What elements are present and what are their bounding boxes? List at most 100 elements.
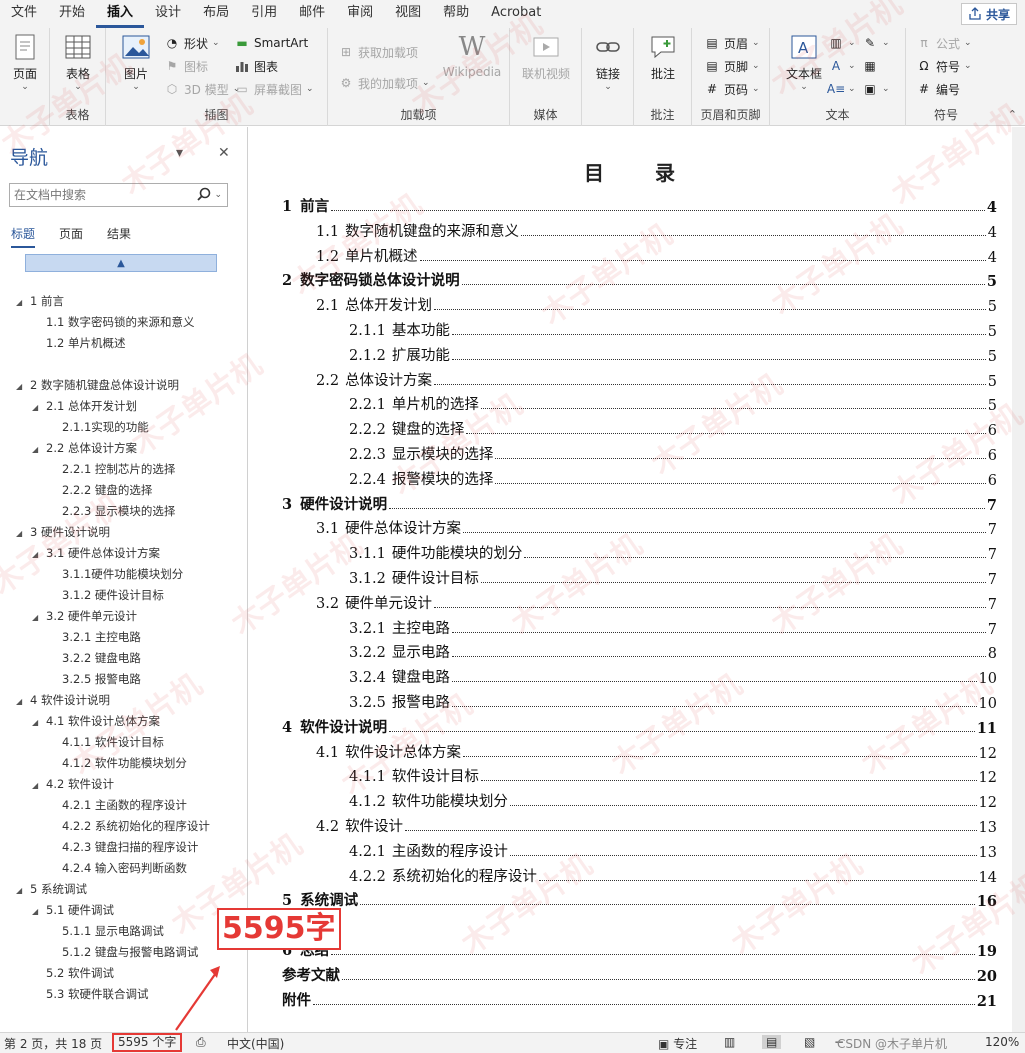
toc-entry[interactable]: 3.2.5 报警电路 10: [349, 690, 997, 712]
toc-entry[interactable]: 2.2.2 键盘的选择 6: [349, 417, 997, 439]
toc-entry[interactable]: 2.2.1 单片机的选择 5: [349, 392, 997, 414]
tab-2[interactable]: 插入: [96, 0, 145, 28]
nav-heading-item[interactable]: 3.1 硬件总体设计方案: [46, 544, 160, 563]
toc-entry[interactable]: 6 总结 19: [282, 938, 997, 960]
nav-heading-item[interactable]: 4.1 软件设计总体方案: [46, 712, 160, 731]
collapse-triangle-icon[interactable]: ◢: [16, 382, 22, 391]
toc-entry[interactable]: 2.1.2 扩展功能 5: [349, 343, 997, 365]
tab-1[interactable]: 开始: [48, 0, 96, 28]
toc-entry[interactable]: 3.1.2 硬件设计目标 7: [349, 566, 997, 588]
toc-entry[interactable]: 4.1.1 软件设计目标 12: [349, 764, 997, 786]
toc-entry[interactable]: 3.2 硬件单元设计 7: [316, 591, 997, 613]
collapse-triangle-icon[interactable]: ◢: [32, 613, 38, 622]
toc-entry[interactable]: 3.2.1 主控电路 7: [349, 616, 997, 638]
collapse-triangle-icon[interactable]: ◢: [32, 403, 38, 412]
nav-heading-item[interactable]: 1.1 数字密码锁的来源和意义: [46, 313, 194, 332]
get-addins-button[interactable]: ⊞ 获取加载项: [338, 42, 418, 62]
nav-heading-item[interactable]: 5.3 软硬件联合调试: [46, 985, 148, 1004]
read-mode-icon[interactable]: ▥: [724, 1035, 735, 1049]
toc-entry[interactable]: 3.2.2 显示电路 8: [349, 640, 997, 662]
toc-entry[interactable]: 3.1.1 硬件功能模块的划分 7: [349, 541, 997, 563]
nav-heading-item[interactable]: 4.2.4 输入密码判断函数: [62, 859, 187, 878]
symbol-button[interactable]: Ω 符号 ⌄: [916, 56, 971, 76]
nav-heading-item[interactable]: 4.2.1 主函数的程序设计: [62, 796, 187, 815]
nav-heading-item[interactable]: 2.2.3 显示模块的选择: [62, 502, 175, 521]
my-addins-button[interactable]: ⚙ 我的加载项 ⌄: [338, 73, 430, 93]
toc-entry[interactable]: 3.2.4 键盘电路 10: [349, 665, 997, 687]
scroll-up-button[interactable]: ▲: [25, 254, 217, 272]
object-button[interactable]: ▣ ⌄: [862, 79, 889, 99]
nav-heading-item[interactable]: 5.2 软件调试: [46, 964, 114, 983]
nav-heading-item[interactable]: 2.2 总体设计方案: [46, 439, 137, 458]
link-button[interactable]: 链接 ⌄: [586, 32, 630, 96]
toc-entry[interactable]: 4.1.2 软件功能模块划分 12: [349, 789, 997, 811]
datetime-button[interactable]: ▦: [862, 56, 878, 76]
equation-button[interactable]: π 公式 ⌄: [916, 33, 971, 53]
dropcap-button[interactable]: A≡ ⌄: [827, 79, 856, 99]
tab-4[interactable]: 布局: [192, 0, 240, 28]
zoom-level[interactable]: 120%: [985, 1035, 1019, 1049]
picture-button[interactable]: 图片 ⌄: [114, 32, 158, 96]
tab-0[interactable]: 文件: [0, 0, 48, 28]
web-layout-icon[interactable]: ▧: [804, 1035, 815, 1049]
nav-heading-item[interactable]: 4.2.2 系统初始化的程序设计: [62, 817, 210, 836]
collapse-triangle-icon[interactable]: ◢: [16, 298, 22, 307]
tab-pages[interactable]: 页面: [59, 225, 83, 248]
tab-8[interactable]: 视图: [384, 0, 432, 28]
quick-parts-button[interactable]: ▥ ⌄: [828, 33, 855, 53]
toc-entry[interactable]: 1.1 数字随机键盘的来源和意义 4: [316, 219, 997, 241]
page-indicator[interactable]: 第 2 页，共 18 页: [4, 1035, 102, 1052]
collapse-triangle-icon[interactable]: ◢: [32, 781, 38, 790]
toc-entry[interactable]: 1.2 单片机概述 4: [316, 244, 997, 266]
nav-heading-item[interactable]: 3.1.2 硬件设计目标: [62, 586, 164, 605]
tab-5[interactable]: 引用: [240, 0, 288, 28]
toc-entry[interactable]: 3 硬件设计说明 7: [282, 492, 997, 514]
toc-entry[interactable]: 2.2.3 显示模块的选择 6: [349, 442, 997, 464]
nav-heading-item[interactable]: 5.1 硬件调试: [46, 901, 114, 920]
number-button[interactable]: # 编号: [916, 79, 960, 99]
toc-entry[interactable]: 4 软件设计说明 11: [282, 715, 997, 737]
nav-options-icon[interactable]: ▾: [176, 145, 183, 161]
toc-entry[interactable]: 4.2.1 主函数的程序设计 13: [349, 839, 997, 861]
smartart-button[interactable]: ▬ SmartArt: [234, 33, 308, 53]
online-video-button[interactable]: 联机视频: [518, 32, 574, 96]
word-count[interactable]: 5595 个字: [112, 1033, 183, 1052]
footer-button[interactable]: ▤ 页脚 ⌄: [704, 56, 759, 76]
comment-button[interactable]: 批注: [641, 32, 685, 96]
toc-entry[interactable]: 2 数字密码锁总体设计说明 5: [282, 268, 997, 290]
toc-entry[interactable]: 2.1 总体开发计划 5: [316, 293, 997, 315]
close-icon[interactable]: ✕: [218, 145, 230, 161]
tab-10[interactable]: Acrobat: [480, 0, 552, 28]
pages-button[interactable]: 页面 ⌄: [3, 32, 47, 96]
nav-heading-item[interactable]: 2.2.2 键盘的选择: [62, 481, 152, 500]
nav-heading-item[interactable]: 1.2 单片机概述: [46, 334, 125, 353]
collapse-ribbon-icon[interactable]: ⌃: [1008, 108, 1017, 121]
collapse-triangle-icon[interactable]: ◢: [16, 697, 22, 706]
textbox-button[interactable]: A 文本框 ⌄: [782, 32, 826, 96]
toc-entry[interactable]: 2.1.1 基本功能 5: [349, 318, 997, 340]
print-layout-icon[interactable]: ▤: [762, 1035, 782, 1049]
tab-results[interactable]: 结果: [107, 225, 131, 248]
toc-entry[interactable]: 附件 21: [282, 988, 997, 1010]
tab-7[interactable]: 审阅: [336, 0, 384, 28]
signature-button[interactable]: ✎ ⌄: [862, 33, 890, 53]
nav-heading-item[interactable]: 4 软件设计说明: [30, 691, 110, 710]
language-indicator[interactable]: 中文(中国): [227, 1035, 284, 1052]
wordart-button[interactable]: A ⌄: [828, 56, 856, 76]
tab-headings[interactable]: 标题: [11, 225, 36, 248]
collapse-triangle-icon[interactable]: ◢: [16, 529, 22, 538]
nav-heading-item[interactable]: 2.1.1实现的功能: [62, 418, 149, 437]
nav-heading-item[interactable]: 3.1.1硬件功能模块划分: [62, 565, 183, 584]
tab-9[interactable]: 帮助: [432, 0, 480, 28]
nav-heading-item[interactable]: 3.2.5 报警电路: [62, 670, 141, 689]
nav-heading-item[interactable]: 2.1 总体开发计划: [46, 397, 137, 416]
nav-heading-item[interactable]: 2.2.1 控制芯片的选择: [62, 460, 175, 479]
nav-heading-item[interactable]: 4.2 软件设计: [46, 775, 114, 794]
nav-heading-item[interactable]: 4.1.1 软件设计目标: [62, 733, 164, 752]
nav-heading-item[interactable]: 1 前言: [30, 292, 64, 311]
toc-entry[interactable]: 3.1 硬件总体设计方案 7: [316, 516, 997, 538]
table-button[interactable]: 表格 ⌄: [56, 32, 100, 96]
collapse-triangle-icon[interactable]: ◢: [32, 445, 38, 454]
chevron-down-icon[interactable]: ⌄: [214, 190, 222, 200]
chart-button[interactable]: 图表: [234, 56, 278, 76]
